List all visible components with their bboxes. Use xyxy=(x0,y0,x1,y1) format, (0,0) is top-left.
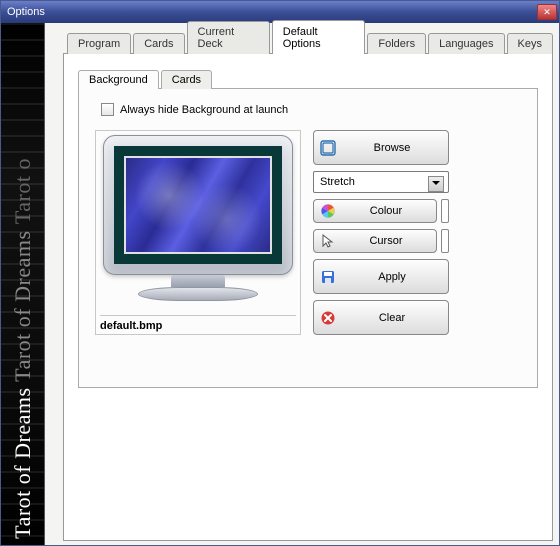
fit-mode-select[interactable]: Stretch xyxy=(313,171,449,193)
apply-label: Apply xyxy=(342,271,442,283)
background-image-preview xyxy=(124,156,272,254)
cursor-button[interactable]: Cursor xyxy=(313,229,437,253)
tab-cards[interactable]: Cards xyxy=(133,33,184,54)
monitor-screen xyxy=(114,146,282,264)
tab-languages[interactable]: Languages xyxy=(428,33,504,54)
sidebar-branding: Tarot of Dreams Tarot of Dreams Tarot o xyxy=(10,158,36,539)
subtab-background[interactable]: Background xyxy=(78,70,159,89)
browse-icon xyxy=(320,140,336,156)
sidebar: Tarot of Dreams Tarot of Dreams Tarot o xyxy=(1,23,45,545)
clear-label: Clear xyxy=(342,312,442,324)
preview-area: default.bmp Browse xyxy=(95,130,521,335)
main-tabstrip: Program Cards Current Deck Default Optio… xyxy=(63,29,553,53)
sidebar-text-bright: Tarot of Dreams xyxy=(10,388,35,539)
sub-tabstrip: Background Cards xyxy=(78,66,538,88)
fit-mode-value: Stretch xyxy=(320,176,355,188)
hide-background-row: Always hide Background at launch xyxy=(101,103,521,116)
apply-button[interactable]: Apply xyxy=(313,259,449,294)
cursor-swatch[interactable] xyxy=(441,229,449,253)
sidebar-text-mid: Tarot of Dreams xyxy=(10,230,35,381)
tab-keys[interactable]: Keys xyxy=(507,33,553,54)
cursor-label: Cursor xyxy=(342,235,430,247)
close-button[interactable]: ✕ xyxy=(537,4,557,20)
options-window: Options ✕ Tarot of Dreams Tarot of Dream… xyxy=(0,0,560,546)
hide-background-label: Always hide Background at launch xyxy=(120,104,288,116)
hide-background-checkbox[interactable] xyxy=(101,103,114,116)
main-tab-panel: Background Cards Always hide Background … xyxy=(63,53,553,541)
clear-icon xyxy=(320,310,336,326)
monitor-stand xyxy=(171,275,225,287)
tab-folders[interactable]: Folders xyxy=(367,33,426,54)
background-preview: default.bmp xyxy=(95,130,301,335)
monitor-graphic xyxy=(100,135,296,313)
browse-label: Browse xyxy=(342,142,442,154)
window-title: Options xyxy=(7,6,45,18)
controls-column: Browse Stretch xyxy=(313,130,449,335)
colour-button[interactable]: Colour xyxy=(313,199,437,223)
clear-button[interactable]: Clear xyxy=(313,300,449,335)
preview-filename: default.bmp xyxy=(100,315,296,332)
chevron-down-icon xyxy=(432,181,440,189)
colour-wheel-icon xyxy=(320,203,336,219)
sidebar-text-dim: Tarot o xyxy=(10,158,35,224)
browse-button[interactable]: Browse xyxy=(313,130,449,165)
tab-default-options[interactable]: Default Options xyxy=(272,20,366,54)
sub-tab-panel: Always hide Background at launch xyxy=(78,88,538,388)
content-area: Program Cards Current Deck Default Optio… xyxy=(45,23,559,545)
save-icon xyxy=(320,269,336,285)
subtab-cards[interactable]: Cards xyxy=(161,70,212,89)
cursor-icon xyxy=(320,233,336,249)
tab-current-deck[interactable]: Current Deck xyxy=(187,21,270,54)
window-body: Tarot of Dreams Tarot of Dreams Tarot o … xyxy=(1,23,559,545)
monitor-frame xyxy=(103,135,293,275)
tab-program[interactable]: Program xyxy=(67,33,131,54)
colour-label: Colour xyxy=(342,205,430,217)
monitor-base xyxy=(138,287,258,301)
colour-swatch[interactable] xyxy=(441,199,449,223)
